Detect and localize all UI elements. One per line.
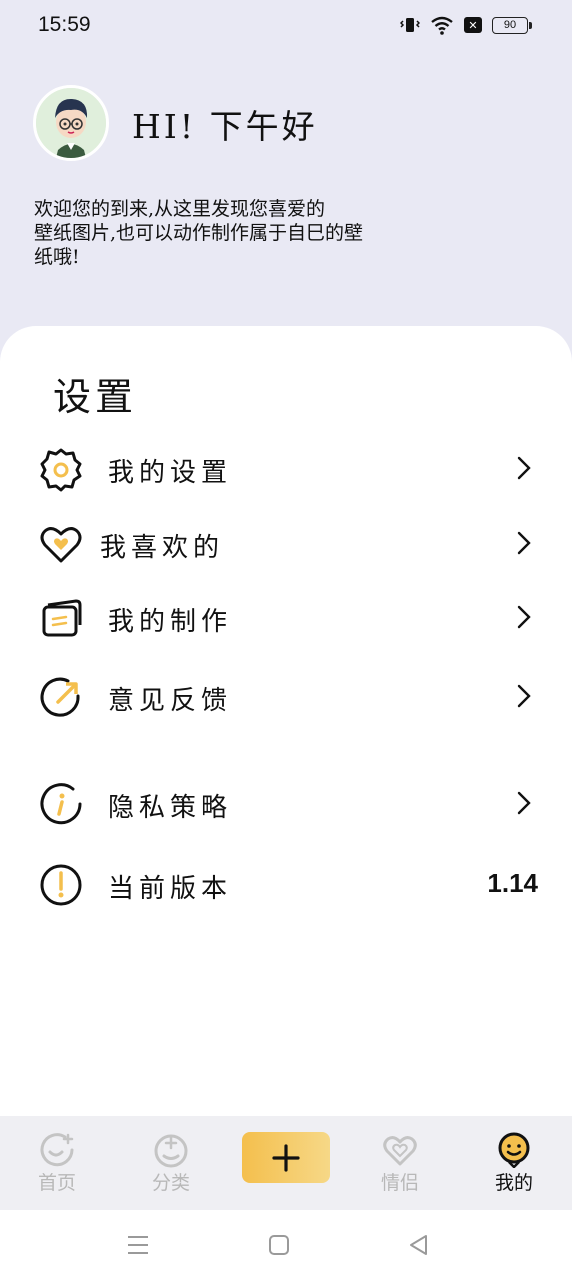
home-smile-icon [40, 1133, 74, 1167]
home-square-icon[interactable] [266, 1232, 292, 1258]
add-button[interactable] [242, 1132, 330, 1183]
cards-icon [42, 599, 82, 637]
exclamation-icon [40, 864, 82, 906]
menu-label: 当前版本 [108, 874, 233, 904]
settings-title: 设置 [53, 375, 138, 419]
chevron-right-icon [517, 684, 531, 708]
menu-label: 我喜欢的 [100, 533, 225, 563]
tab-home[interactable]: 首页 [17, 1132, 97, 1202]
tab-label: 情侣 [380, 1172, 419, 1194]
plus-icon [272, 1143, 300, 1172]
chevron-right-icon [517, 605, 531, 629]
menu-label: 我的制作 [108, 607, 233, 637]
category-icon [154, 1134, 188, 1168]
bottom-tab-bar: 首页 分类 情侣 我的 [0, 1116, 572, 1210]
gear-icon [40, 448, 82, 492]
tab-category[interactable]: 分类 [131, 1132, 211, 1202]
profile-smile-icon [498, 1132, 530, 1168]
tab-label: 首页 [37, 1172, 76, 1194]
settings-card: 设置 我的设置 我喜欢的 我的制作 意见反馈 隐私策略 当前版本 1.14 [0, 326, 572, 1116]
info-icon [40, 783, 82, 825]
chevron-right-icon [517, 531, 531, 555]
tab-mine[interactable]: 我的 [474, 1132, 554, 1202]
avatar-illustration [36, 88, 106, 158]
system-nav-bar [0, 1210, 572, 1280]
status-icons: ✕ 90 [400, 15, 532, 35]
chevron-right-icon [517, 456, 531, 480]
heart-icon [40, 527, 82, 563]
menu-item-current-version[interactable]: 当前版本 1.14 [0, 854, 572, 914]
welcome-line: 纸哦! [34, 246, 80, 268]
couple-heart-icon [383, 1136, 417, 1166]
greeting-title: HI! 下午好 [132, 107, 318, 146]
avatar[interactable] [33, 85, 109, 161]
version-number: 1.14 [487, 868, 538, 898]
back-triangle-icon[interactable] [406, 1232, 432, 1258]
notification-x-icon: ✕ [464, 17, 482, 33]
status-time: 15:59 [38, 13, 91, 36]
tab-label: 分类 [151, 1172, 190, 1194]
menu-label: 我的设置 [108, 458, 233, 488]
tab-label: 我的 [494, 1172, 533, 1194]
menu-item-my-favorites[interactable]: 我喜欢的 [0, 513, 572, 573]
menu-item-my-creations[interactable]: 我的制作 [0, 587, 572, 647]
chevron-right-icon [517, 791, 531, 815]
feedback-arrow-icon [40, 677, 80, 717]
menu-item-my-settings[interactable]: 我的设置 [0, 438, 572, 498]
menu-label: 隐私策略 [108, 793, 233, 823]
menu-label: 意见反馈 [108, 686, 233, 716]
vibrate-icon [400, 18, 420, 32]
status-bar: 15:59 ✕ 90 [0, 0, 572, 50]
welcome-line: 壁纸图片,也可以动作制作属于自巳的壁 [34, 222, 364, 244]
tab-couple[interactable]: 情侣 [360, 1132, 440, 1202]
menu-item-privacy-policy[interactable]: 隐私策略 [0, 773, 572, 833]
menu-lines-icon[interactable] [125, 1232, 151, 1258]
battery-icon: 90 [492, 16, 532, 34]
welcome-text: 欢迎您的到来,从这里发现您喜爱的 壁纸图片,也可以动作制作属于自巳的壁 纸哦! [34, 197, 454, 269]
welcome-line: 欢迎您的到来,从这里发现您喜爱的 [34, 198, 326, 220]
menu-item-feedback[interactable]: 意见反馈 [0, 666, 572, 726]
wifi-icon [431, 16, 453, 35]
